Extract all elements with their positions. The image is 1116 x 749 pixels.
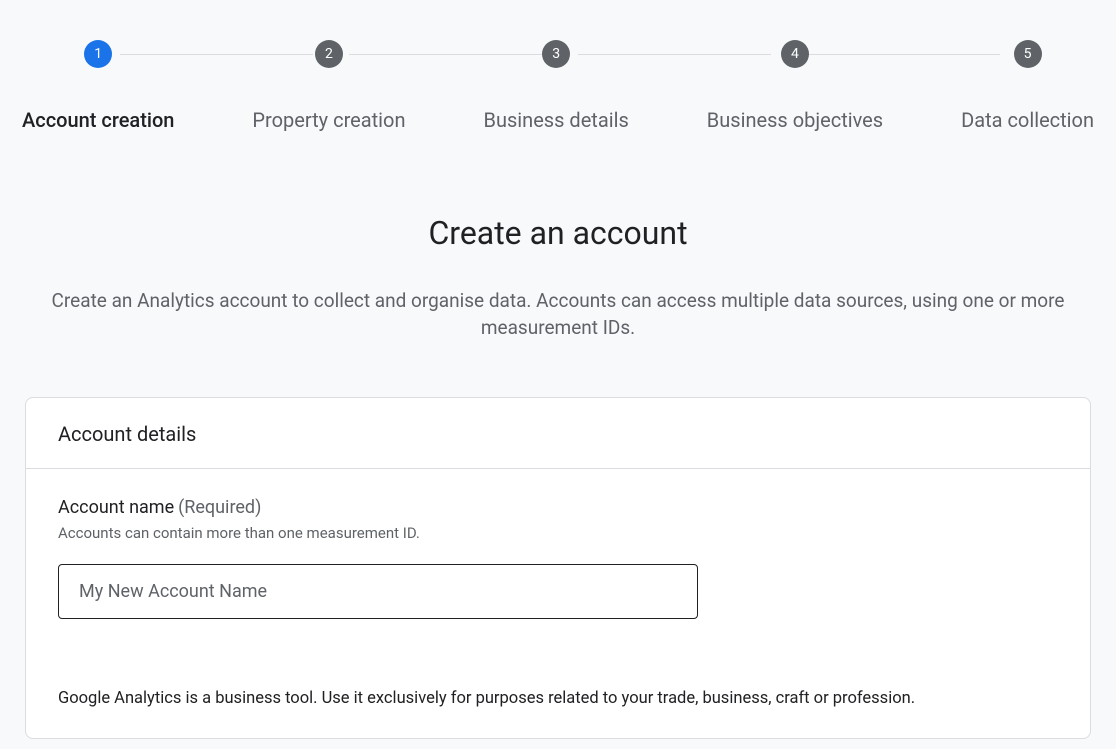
step-label: Business details: [483, 108, 628, 132]
account-name-label: Account name: [58, 497, 174, 518]
step-number-badge: 4: [781, 40, 809, 68]
field-label-row: Account name (Required): [58, 497, 1058, 518]
account-name-input[interactable]: [58, 564, 698, 619]
field-help-text: Accounts can contain more than one measu…: [58, 524, 1058, 542]
step-label: Business objectives: [707, 108, 883, 132]
step-business-objectives[interactable]: 4 Business objectives: [707, 40, 883, 132]
stepper: 1 Account creation 2 Property creation 3…: [0, 0, 1116, 132]
required-hint-text: (Required): [178, 497, 261, 518]
step-account-creation[interactable]: 1 Account creation: [22, 40, 174, 132]
disclaimer-text: Google Analytics is a business tool. Use…: [58, 689, 1058, 708]
page-description: Create an Analytics account to collect a…: [0, 288, 1116, 341]
step-number-badge: 1: [84, 40, 112, 68]
step-number-badge: 3: [542, 40, 570, 68]
page-title: Create an account: [0, 214, 1116, 252]
step-label: Property creation: [252, 108, 405, 132]
card-header: Account details: [26, 398, 1090, 469]
step-label: Data collection: [961, 108, 1094, 132]
account-details-card: Account details Account name (Required) …: [25, 397, 1091, 739]
step-label: Account creation: [22, 108, 174, 132]
card-body: Account name (Required) Accounts can con…: [26, 469, 1090, 738]
step-number-badge: 5: [1014, 40, 1042, 68]
step-business-details[interactable]: 3 Business details: [483, 40, 628, 132]
step-number-badge: 2: [315, 40, 343, 68]
step-property-creation[interactable]: 2 Property creation: [252, 40, 405, 132]
step-data-collection[interactable]: 5 Data collection: [961, 40, 1094, 132]
